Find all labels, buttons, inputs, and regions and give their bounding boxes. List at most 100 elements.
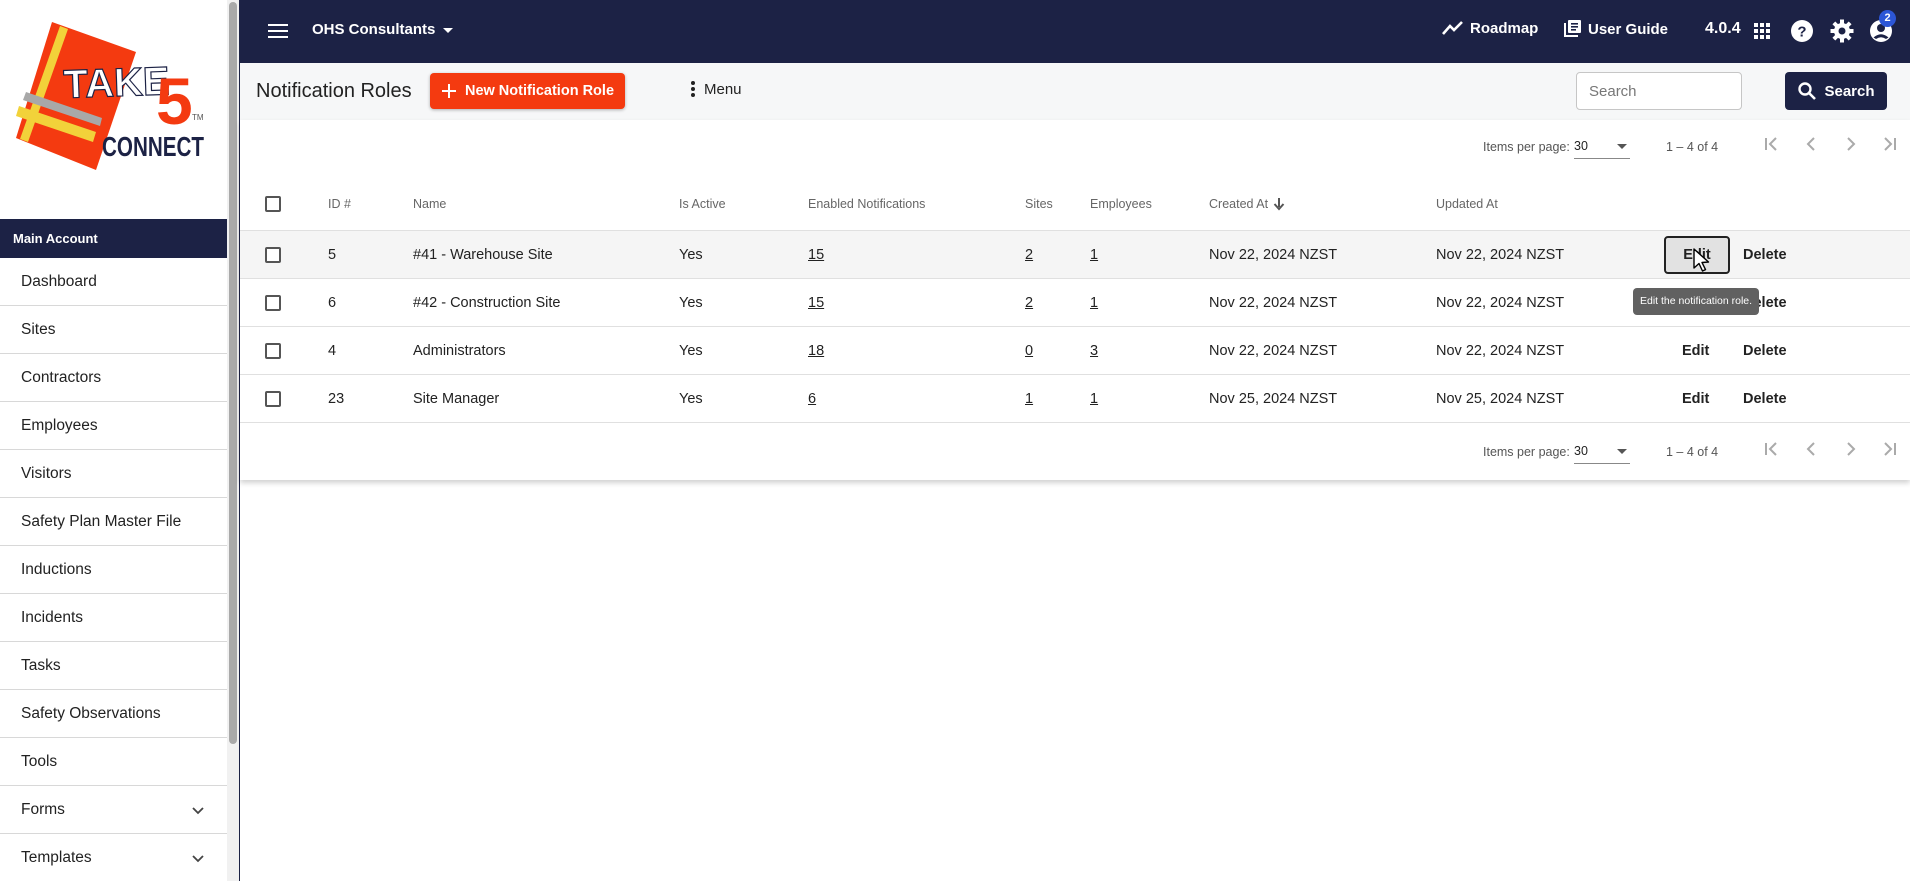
column-header-created-at-label: Created At xyxy=(1209,197,1269,211)
cell-enabled-notifications-link[interactable]: 15 xyxy=(808,295,824,311)
column-header-is-active[interactable]: Is Active xyxy=(679,197,726,211)
cell-sites-link[interactable]: 2 xyxy=(1025,247,1033,263)
sidebar-item-dashboard[interactable]: Dashboard xyxy=(0,258,227,306)
user-guide-label: User Guide xyxy=(1588,20,1669,38)
organization-selector[interactable]: OHS Consultants xyxy=(312,21,455,38)
cell-employees-link[interactable]: 1 xyxy=(1090,295,1098,311)
caret-down-icon xyxy=(1617,143,1627,149)
cell-sites-link[interactable]: 2 xyxy=(1025,295,1033,311)
sidebar-item-label: Contractors xyxy=(21,368,102,386)
column-header-enabled-notifications[interactable]: Enabled Notifications xyxy=(808,197,925,211)
table-header-row: ID # Name Is Active Enabled Notification… xyxy=(240,178,1910,231)
caret-down-icon xyxy=(443,27,454,33)
sidebar-item-tools[interactable]: Tools xyxy=(0,738,227,786)
cell-employees-link[interactable]: 1 xyxy=(1090,247,1098,263)
page-title: Notification Roles xyxy=(256,80,412,102)
cell-updated-at: Nov 25, 2024 NZST xyxy=(1436,390,1565,407)
new-notification-role-button[interactable]: New Notification Role xyxy=(430,73,625,109)
edit-button[interactable]: Edit xyxy=(1682,391,1709,407)
row-checkbox[interactable] xyxy=(265,342,281,359)
next-page-icon[interactable] xyxy=(1840,438,1862,460)
roadmap-label: Roadmap xyxy=(1470,19,1539,37)
cell-created-at: Nov 22, 2024 NZST xyxy=(1209,342,1338,359)
table-row: 5 #41 - Warehouse Site Yes 15 2 1 Nov 22, 2024… xyxy=(240,231,1910,279)
delete-button[interactable]: Delete xyxy=(1743,343,1787,359)
first-page-icon[interactable] xyxy=(1760,438,1782,460)
sidebar-item-label: Inductions xyxy=(21,560,92,578)
row-checkbox[interactable] xyxy=(265,246,281,263)
delete-button[interactable]: Delete xyxy=(1743,391,1787,407)
last-page-icon[interactable] xyxy=(1879,438,1901,460)
sidebar-item-incidents[interactable]: Incidents xyxy=(0,594,227,642)
search-input[interactable] xyxy=(1576,72,1742,110)
row-checkbox[interactable] xyxy=(265,294,281,311)
table-body: 5 #41 - Warehouse Site Yes 15 2 1 Nov 22, 2024… xyxy=(240,231,1910,423)
version-label: 4.0.4 xyxy=(1705,20,1741,37)
cell-employees-link[interactable]: 3 xyxy=(1090,343,1098,359)
cell-sites-link[interactable]: 0 xyxy=(1025,343,1033,359)
cell-sites-link[interactable]: 1 xyxy=(1025,391,1033,407)
column-header-created-at[interactable]: Created At xyxy=(1209,197,1285,211)
next-page-icon[interactable] xyxy=(1840,133,1862,155)
items-per-page-value: 30 xyxy=(1574,138,1588,153)
sidebar-scrollbar[interactable] xyxy=(227,0,239,881)
sidebar-item-templates[interactable]: Templates xyxy=(0,834,227,881)
sidebar-item-label: Tools xyxy=(21,752,58,770)
sidebar-item-employees[interactable]: Employees xyxy=(0,402,227,450)
sidebar-item-label: Tasks xyxy=(21,656,61,674)
help-icon[interactable]: ? xyxy=(1789,18,1815,44)
chevron-down-icon xyxy=(192,854,204,862)
sidebar-item-visitors[interactable]: Visitors xyxy=(0,450,227,498)
select-all-checkbox[interactable] xyxy=(265,196,281,212)
first-page-icon[interactable] xyxy=(1760,133,1782,155)
previous-page-icon[interactable] xyxy=(1800,133,1822,155)
sidebar-item-label: Safety Plan Master File xyxy=(21,512,182,530)
settings-gear-icon[interactable] xyxy=(1829,18,1855,44)
column-header-name[interactable]: Name xyxy=(413,197,446,211)
items-per-page-value: 30 xyxy=(1574,443,1588,458)
cell-id: 5 xyxy=(328,246,337,263)
range-label: 1 – 4 of 4 xyxy=(1666,445,1719,459)
user-guide-link[interactable]: User Guide xyxy=(1562,19,1668,39)
delete-button[interactable]: Delete xyxy=(1743,247,1787,263)
mouse-pointer-icon xyxy=(1693,248,1710,272)
svg-text:TAKE: TAKE xyxy=(63,59,170,107)
cell-enabled-notifications-link[interactable]: 18 xyxy=(808,343,824,359)
cell-enabled-notifications-link[interactable]: 6 xyxy=(808,391,816,407)
sidebar-item-forms[interactable]: Forms xyxy=(0,786,227,834)
sidebar-scrollbar-thumb[interactable] xyxy=(229,2,237,744)
sidebar-item-safety-observations[interactable]: Safety Observations xyxy=(0,690,227,738)
column-header-employees[interactable]: Employees xyxy=(1090,197,1152,211)
menu-button[interactable]: Menu xyxy=(690,80,742,98)
items-per-page-select[interactable]: 30 xyxy=(1574,438,1630,464)
column-header-updated-at[interactable]: Updated At xyxy=(1436,197,1498,211)
cell-employees-link[interactable]: 1 xyxy=(1090,391,1098,407)
previous-page-icon[interactable] xyxy=(1800,438,1822,460)
range-label: 1 – 4 of 4 xyxy=(1666,140,1719,154)
sidebar-item-label: Templates xyxy=(21,848,92,866)
edit-button[interactable]: Edit xyxy=(1682,343,1709,359)
last-page-icon[interactable] xyxy=(1879,133,1901,155)
sidebar-item-inductions[interactable]: Inductions xyxy=(0,546,227,594)
cell-name: Site Manager xyxy=(413,390,500,407)
items-per-page-select[interactable]: 30 xyxy=(1574,133,1630,159)
organization-name: OHS Consultants xyxy=(312,21,436,38)
column-header-id[interactable]: ID # xyxy=(328,197,351,211)
search-button[interactable]: Search xyxy=(1785,72,1887,110)
sidebar-item-contractors[interactable]: Contractors xyxy=(0,354,227,402)
svg-text:CONNECT: CONNECT xyxy=(102,131,204,162)
sidebar-item-sites[interactable]: Sites xyxy=(0,306,227,354)
column-header-sites[interactable]: Sites xyxy=(1025,197,1053,211)
cell-enabled-notifications-link[interactable]: 15 xyxy=(808,247,824,263)
sidebar-item-tasks[interactable]: Tasks xyxy=(0,642,227,690)
sidebar-item-label: Incidents xyxy=(21,608,84,626)
cell-name: #41 - Warehouse Site xyxy=(413,246,553,263)
cell-created-at: Nov 22, 2024 NZST xyxy=(1209,294,1338,311)
app-root: TAKE 5 TM CONNECT Main Account Dashboard… xyxy=(0,0,1910,881)
roadmap-link[interactable]: Roadmap xyxy=(1442,19,1538,37)
account-label[interactable]: Main Account xyxy=(0,219,227,258)
sidebar-item-safety-plan-master-file[interactable]: Safety Plan Master File xyxy=(0,498,227,546)
hamburger-menu-icon[interactable] xyxy=(266,20,290,42)
row-checkbox[interactable] xyxy=(265,390,281,407)
apps-grid-icon[interactable] xyxy=(1749,18,1775,44)
